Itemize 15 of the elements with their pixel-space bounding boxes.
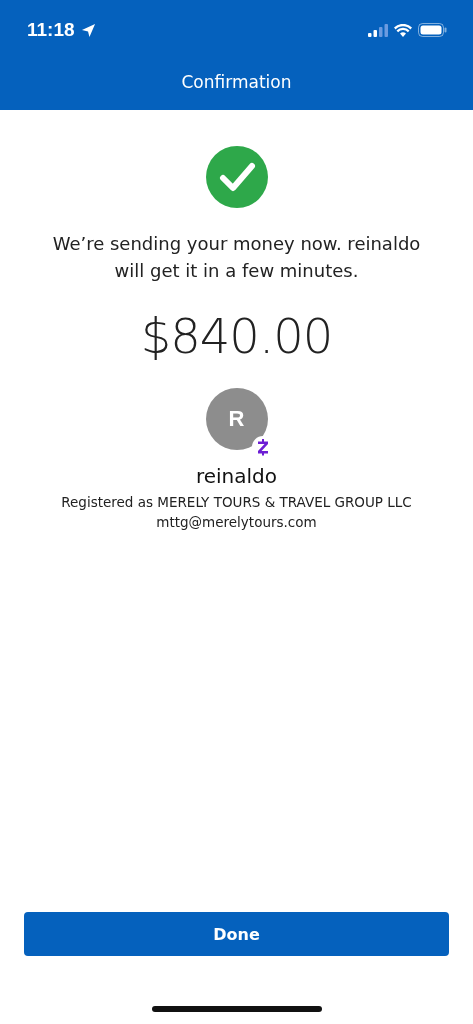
recipient-email: mttg@merelytours.com xyxy=(156,514,317,530)
confirmation-message: We’re sending your money now. reinaldo will get it in a few minutes. xyxy=(51,232,422,283)
amount: $840.00 xyxy=(140,308,333,364)
avatar: R xyxy=(205,388,268,450)
location-arrow-icon xyxy=(80,22,96,38)
checkmark-icon xyxy=(205,146,268,208)
registered-name: Registered as MERELY TOURS & TRAVEL GROUP LLC xyxy=(61,494,412,510)
home-indicator[interactable] xyxy=(151,1006,322,1012)
recipient-name: reinaldo xyxy=(195,464,278,488)
status-time: 11:18 xyxy=(27,19,75,41)
signal-icon xyxy=(368,23,388,37)
done-button[interactable]: Done xyxy=(24,912,449,956)
wifi-icon xyxy=(394,23,412,37)
screen-title: Confirmation xyxy=(181,72,292,92)
battery-icon xyxy=(418,23,447,37)
